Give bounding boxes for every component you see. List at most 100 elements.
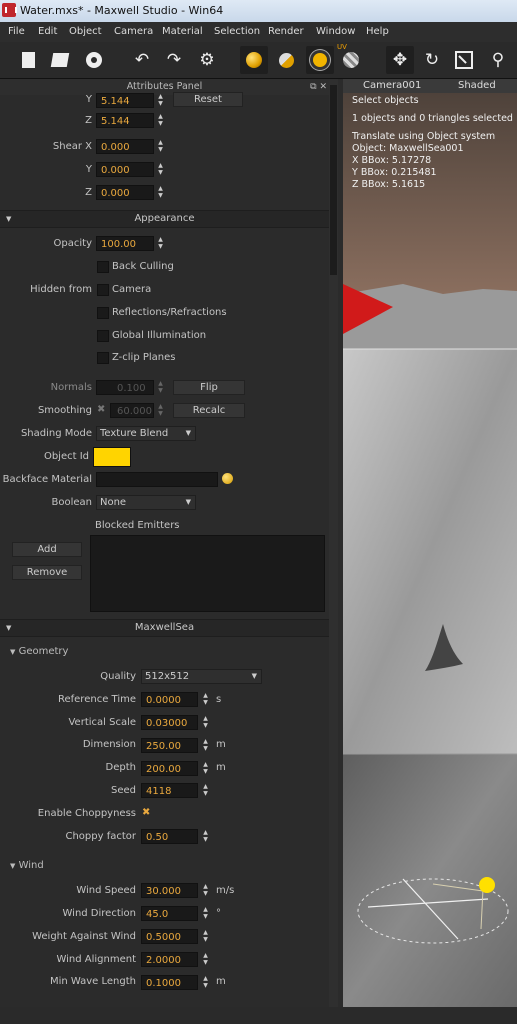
wind-direction-unit: ° (216, 908, 221, 919)
vertical-scale-spinner[interactable]: ▲ ▼ (201, 715, 210, 730)
object-id-color-swatch[interactable] (93, 447, 131, 467)
weight-against-wind-input[interactable]: 0.5000 (141, 929, 198, 944)
shear-z-input[interactable]: 0.000 (96, 185, 154, 200)
seed-input[interactable]: 4118 (141, 783, 198, 798)
normals-spinner[interactable]: ▲ ▼ (156, 380, 165, 395)
uv-icon[interactable]: UV (337, 43, 365, 74)
save-icon[interactable] (80, 46, 108, 74)
gi-checkbox[interactable] (97, 330, 109, 342)
wind-alignment-label: Wind Alignment (56, 954, 136, 965)
quality-dropdown[interactable]: 512x512 ▼ (141, 669, 262, 684)
collapse-arrow-icon: ▼ (10, 648, 16, 656)
shear-x-input[interactable]: 0.000 (96, 139, 154, 154)
shading-mode-label: Shading Mode (20, 428, 92, 439)
menu-render[interactable]: Render (268, 26, 304, 37)
viewport-shading-select[interactable]: Shaded (458, 79, 496, 93)
shading-mode-dropdown[interactable]: Texture Blend ▼ (96, 426, 196, 441)
shear-y-input[interactable]: 0.000 (96, 162, 154, 177)
viewport-camera-select[interactable]: Camera001 (363, 79, 421, 93)
menu-window[interactable]: Window (316, 26, 355, 37)
wind-speed-spinner[interactable]: ▲ ▼ (201, 883, 210, 898)
dimension-spinner[interactable]: ▲ ▼ (201, 738, 210, 753)
light-emitter-icon[interactable] (306, 46, 334, 74)
normals-input[interactable]: 0.100 (96, 380, 154, 395)
smoothing-input[interactable]: 60.000 (110, 403, 154, 418)
rotate-icon[interactable]: ↻ (418, 46, 446, 74)
panel-scrollbar[interactable] (329, 79, 338, 1024)
shear-x-spinner[interactable]: ▲ ▼ (156, 139, 165, 154)
weight-against-wind-spinner[interactable]: ▲ ▼ (201, 929, 210, 944)
new-scene-icon[interactable] (14, 46, 42, 74)
flip-button[interactable]: Flip (173, 380, 245, 395)
smoothing-checkbox[interactable]: ✖ (97, 405, 107, 415)
add-emitter-button[interactable]: Add (12, 542, 82, 557)
menu-help[interactable]: Help (366, 26, 389, 37)
open-icon[interactable] (46, 46, 74, 74)
maxwellsea-section-header[interactable]: ▼ MaxwellSea (0, 619, 329, 637)
geometry-subsection-header[interactable]: ▼ Geometry (10, 646, 68, 657)
opacity-spinner[interactable]: ▲ ▼ (156, 236, 165, 251)
wind-alignment-spinner[interactable]: ▲ ▼ (201, 952, 210, 967)
wind-direction-input[interactable]: 45.0 (141, 906, 198, 921)
shear-z-spinner[interactable]: ▲ ▼ (156, 185, 165, 200)
back-culling-checkbox[interactable] (97, 261, 109, 273)
viewport-info-line: Object: MaxwellSea001 (352, 143, 464, 154)
choppy-factor-input[interactable]: 0.50 (141, 829, 198, 844)
material-ball-icon[interactable] (222, 473, 233, 484)
reset-button[interactable]: Reset (173, 92, 243, 107)
attributes-panel-title: Attributes Panel (126, 81, 203, 92)
scrollbar-thumb[interactable] (330, 85, 337, 275)
reflections-checkbox[interactable] (97, 307, 109, 319)
render-sphere-icon[interactable] (240, 46, 268, 74)
panel-float-close-icon[interactable]: ⧉ ✕ (310, 79, 327, 95)
position-y-input[interactable]: 5.144 (96, 93, 154, 108)
min-wave-length-unit: m (216, 976, 226, 987)
smoothing-spinner[interactable]: ▲ ▼ (156, 403, 165, 418)
undo-icon[interactable]: ↶ (128, 46, 156, 74)
menu-selection[interactable]: Selection (214, 26, 260, 37)
recalc-button[interactable]: Recalc (173, 403, 245, 418)
scale-icon[interactable] (450, 46, 478, 74)
zclip-checkbox[interactable] (97, 352, 109, 364)
menu-object[interactable]: Object (69, 26, 102, 37)
weight-against-wind-label: Weight Against Wind (32, 931, 136, 942)
menu-material[interactable]: Material (162, 26, 203, 37)
wind-subsection-header[interactable]: ▼ Wind (10, 860, 44, 871)
vertical-scale-input[interactable]: 0.03000 (141, 715, 198, 730)
remove-emitter-button[interactable]: Remove (12, 565, 82, 580)
backface-material-input[interactable] (96, 472, 218, 487)
choppy-factor-spinner[interactable]: ▲ ▼ (201, 829, 210, 844)
min-wave-length-input[interactable]: 0.1000 (141, 975, 198, 990)
camera-checkbox[interactable] (97, 284, 109, 296)
settings-icon[interactable]: ⚙ (193, 46, 221, 74)
reference-time-input[interactable]: 0.0000 (141, 692, 198, 707)
reference-time-spinner[interactable]: ▲ ▼ (201, 692, 210, 707)
viewport-info-overlay: Select objects 1 objects and 0 triangles… (352, 95, 513, 191)
pin-icon[interactable]: ⚲ (484, 46, 512, 74)
shear-y-spinner[interactable]: ▲ ▼ (156, 162, 165, 177)
wind-alignment-input[interactable]: 2.0000 (141, 952, 198, 967)
wind-speed-input[interactable]: 30.000 (141, 883, 198, 898)
redo-icon[interactable]: ↷ (160, 46, 188, 74)
dimension-input[interactable]: 250.00 (141, 738, 198, 753)
depth-input[interactable]: 200.00 (141, 761, 198, 776)
wind-direction-spinner[interactable]: ▲ ▼ (201, 906, 210, 921)
move-icon[interactable]: ✥ (386, 46, 414, 74)
appearance-title: Appearance (134, 213, 195, 224)
position-z-spinner[interactable]: ▲ ▼ (156, 113, 165, 128)
material-ball-icon[interactable] (272, 46, 300, 74)
blocked-emitters-list[interactable] (90, 535, 325, 612)
menu-edit[interactable]: Edit (38, 26, 57, 37)
boolean-dropdown[interactable]: None ▼ (96, 495, 196, 510)
position-z-input[interactable]: 5.144 (96, 113, 154, 128)
opacity-input[interactable]: 100.00 (96, 236, 154, 251)
menu-camera[interactable]: Camera (114, 26, 153, 37)
enable-choppyness-checkbox[interactable]: ✖ (142, 808, 152, 818)
min-wave-length-spinner[interactable]: ▲ ▼ (201, 975, 210, 990)
appearance-section-header[interactable]: ▼ Appearance (0, 210, 329, 228)
3d-viewport[interactable]: Camera001 Shaded Select objects 1 object… (343, 79, 517, 1007)
seed-spinner[interactable]: ▲ ▼ (201, 783, 210, 798)
menu-file[interactable]: File (8, 26, 25, 37)
depth-spinner[interactable]: ▲ ▼ (201, 761, 210, 776)
position-y-spinner[interactable]: ▲ ▼ (156, 93, 165, 108)
